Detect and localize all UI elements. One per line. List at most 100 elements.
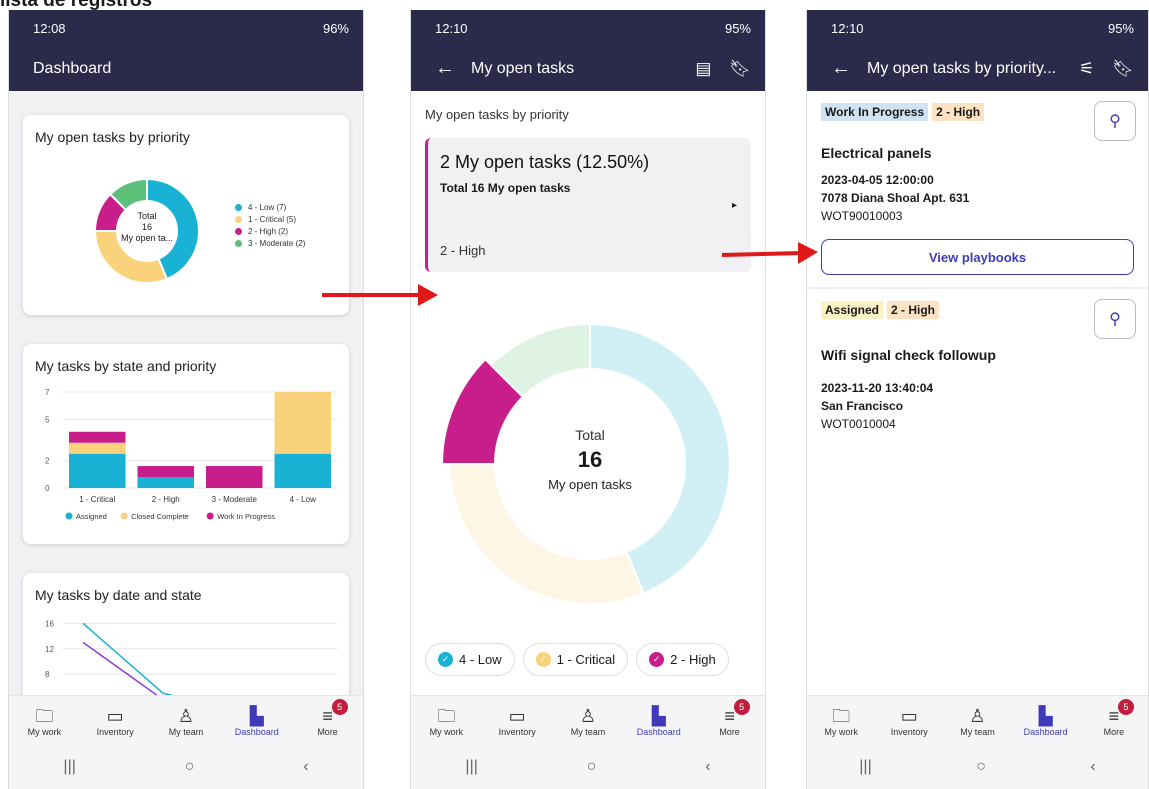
check-icon: ✓ — [649, 652, 665, 667]
chip-high[interactable]: ✓ 2 - High — [636, 643, 729, 676]
donut-total-count: 16 — [577, 447, 603, 472]
dashboard-icon: ▙ — [1038, 705, 1053, 726]
x-tick-label: 1 - Critical — [79, 495, 115, 504]
segment-total: Total 16 My open tasks — [440, 181, 571, 195]
status-bar: 12:10 95% — [411, 10, 765, 46]
task-number: WOT90010003 — [821, 209, 903, 223]
legend-chips: ✓ 4 - Low ✓ 1 - Critical ✓ 2 - High — [425, 643, 729, 676]
phone-task-list: 12:10 95% ← My open tasks by priority...… — [806, 10, 1149, 789]
back-nav-icon[interactable]: ‹ — [1090, 758, 1095, 776]
nav-inventory[interactable]: ▭ Inventory — [85, 705, 145, 737]
back-nav-icon[interactable]: ‹ — [303, 758, 308, 776]
home-icon[interactable]: ○ — [185, 758, 195, 776]
bar-segment[interactable] — [137, 466, 195, 478]
nav-my-work[interactable]: 🗀 My work — [811, 705, 871, 737]
notification-badge: 5 — [331, 698, 348, 715]
series-line[interactable] — [82, 641, 243, 695]
status-time: 12:10 — [831, 20, 864, 36]
list-view-icon[interactable]: ▤ — [695, 59, 711, 79]
status-bar: 12:08 96% — [9, 10, 363, 46]
nav-dashboard[interactable]: ▙ Dashboard — [629, 705, 689, 737]
status-time: 12:10 — [435, 20, 468, 36]
system-nav: ||| ○ ‹ — [9, 745, 363, 789]
y-tick-label: 5 — [45, 415, 50, 424]
chip-low[interactable]: ✓ 4 - Low — [425, 643, 515, 676]
task-list[interactable]: Work In Progress 2 - High ⚲ Electrical pa… — [807, 91, 1148, 695]
task-location: San Francisco — [821, 399, 904, 413]
check-icon: ✓ — [535, 652, 551, 667]
bookmark-icon[interactable]: 🔖︎ — [1112, 59, 1134, 79]
x-tick-label: 2 - High — [152, 495, 180, 504]
bookmark-icon[interactable]: 🔖︎ — [729, 59, 751, 79]
nav-my-team[interactable]: ♙ My team — [558, 705, 618, 737]
nav-my-work[interactable]: 🗀 My work — [416, 705, 476, 737]
phone-open-tasks: 12:10 95% ← My open tasks ▤ 🔖︎ My open t… — [410, 10, 766, 789]
map-pin-icon[interactable]: ⚲ — [1094, 101, 1136, 141]
nav-my-work[interactable]: 🗀 My work — [14, 705, 74, 737]
map-pin-icon[interactable]: ⚲ — [1094, 299, 1136, 339]
list-item[interactable]: Assigned 2 - High ⚲ Wifi signal check fol… — [807, 289, 1148, 443]
segment-priority: 2 - High — [440, 243, 486, 258]
legend-item: 4 - Low (7) — [235, 203, 305, 212]
legend-label: Closed Complete — [131, 512, 189, 521]
donut-total-count: 16 — [141, 222, 152, 232]
date-state-line-chart[interactable]: 161284 — [27, 607, 347, 695]
card-title: My open tasks by priority — [35, 129, 190, 145]
nav-more[interactable]: ≡ More 5 — [298, 698, 358, 737]
status-bar: 12:10 95% — [807, 10, 1148, 46]
check-icon: ✓ — [438, 652, 453, 667]
nav-dashboard[interactable]: ▙ Dashboard — [1016, 705, 1076, 737]
bar-segment[interactable] — [137, 477, 195, 488]
notification-badge: 5 — [733, 698, 750, 715]
recents-icon[interactable]: ||| — [63, 758, 75, 776]
nav-more[interactable]: ≡ More 5 — [700, 698, 760, 737]
back-arrow-icon[interactable]: ← — [831, 57, 851, 80]
view-playbooks-button[interactable]: View playbooks — [821, 239, 1134, 275]
nav-dashboard[interactable]: ▙ Dashboard — [227, 705, 287, 737]
date-state-card[interactable]: My tasks by date and state 161284 — [23, 573, 349, 695]
legend-item: 1 - Critical (5) — [235, 215, 305, 224]
nav-more[interactable]: ≡ More 5 — [1084, 698, 1144, 737]
home-icon[interactable]: ○ — [976, 758, 986, 776]
filter-icon[interactable]: ⚟ — [1079, 59, 1094, 79]
nav-my-team[interactable]: ♙ My team — [156, 705, 216, 737]
person-icon: ♙ — [177, 705, 195, 726]
bar-segment[interactable] — [274, 392, 332, 454]
recents-icon[interactable]: ||| — [465, 758, 477, 776]
y-tick-label: 0 — [45, 484, 50, 493]
bar-segment[interactable] — [69, 453, 126, 488]
phone-dashboard: 12:08 96% Dashboard My open tasks by pri… — [8, 10, 364, 789]
list-item[interactable]: Work In Progress 2 - High ⚲ Electrical pa… — [807, 91, 1148, 289]
person-icon: ♙ — [579, 705, 597, 726]
home-icon[interactable]: ○ — [587, 758, 597, 776]
screen-title: My open tasks by priority... — [867, 59, 1057, 77]
card-title: My tasks by state and priority — [35, 358, 217, 374]
state-priority-bar-chart[interactable]: 7 5 2 0 1 - Critical 2 - High 3 - Moderate 4 - … — [27, 380, 347, 540]
archive-icon: ▭ — [106, 705, 124, 726]
priority-card[interactable]: My open tasks by priority Total 16 My op… — [23, 115, 349, 315]
dashboard-content[interactable]: My open tasks by priority Total 16 My op… — [9, 91, 363, 695]
selected-segment-card[interactable]: 2 My open tasks (12.50%) Total 16 My ope… — [425, 138, 751, 272]
recents-icon[interactable]: ||| — [859, 758, 871, 776]
battery-level: 95% — [1107, 20, 1134, 36]
nav-my-team[interactable]: ♙ My team — [947, 705, 1007, 737]
back-nav-icon[interactable]: ‹ — [705, 758, 710, 776]
nav-inventory[interactable]: ▭ Inventory — [487, 705, 547, 737]
bar-segment[interactable] — [69, 442, 126, 454]
task-date: 2023-04-05 12:00:00 — [821, 173, 934, 187]
bar-segment[interactable] — [274, 453, 332, 488]
task-date: 2023-11-20 13:40:04 — [821, 381, 934, 395]
app-bar: Dashboard — [9, 46, 363, 91]
system-nav: ||| ○ ‹ — [411, 745, 765, 789]
bar-segment[interactable] — [69, 431, 126, 443]
bar-segment[interactable] — [206, 466, 263, 488]
back-arrow-icon[interactable]: ← — [435, 57, 455, 80]
flow-arrow-2 — [722, 242, 818, 264]
state-priority-card[interactable]: My tasks by state and priority 7 5 2 0 1 - C… — [23, 344, 349, 544]
system-nav: ||| ○ ‹ — [807, 745, 1148, 789]
nav-inventory[interactable]: ▭ Inventory — [879, 705, 939, 737]
chip-critical[interactable]: ✓ 1 - Critical — [522, 643, 629, 676]
state-badge: Assigned — [821, 301, 884, 319]
open-tasks-content[interactable]: My open tasks by priority 2 My open task… — [411, 91, 765, 695]
chevron-right-icon[interactable]: ▸ — [732, 200, 737, 211]
